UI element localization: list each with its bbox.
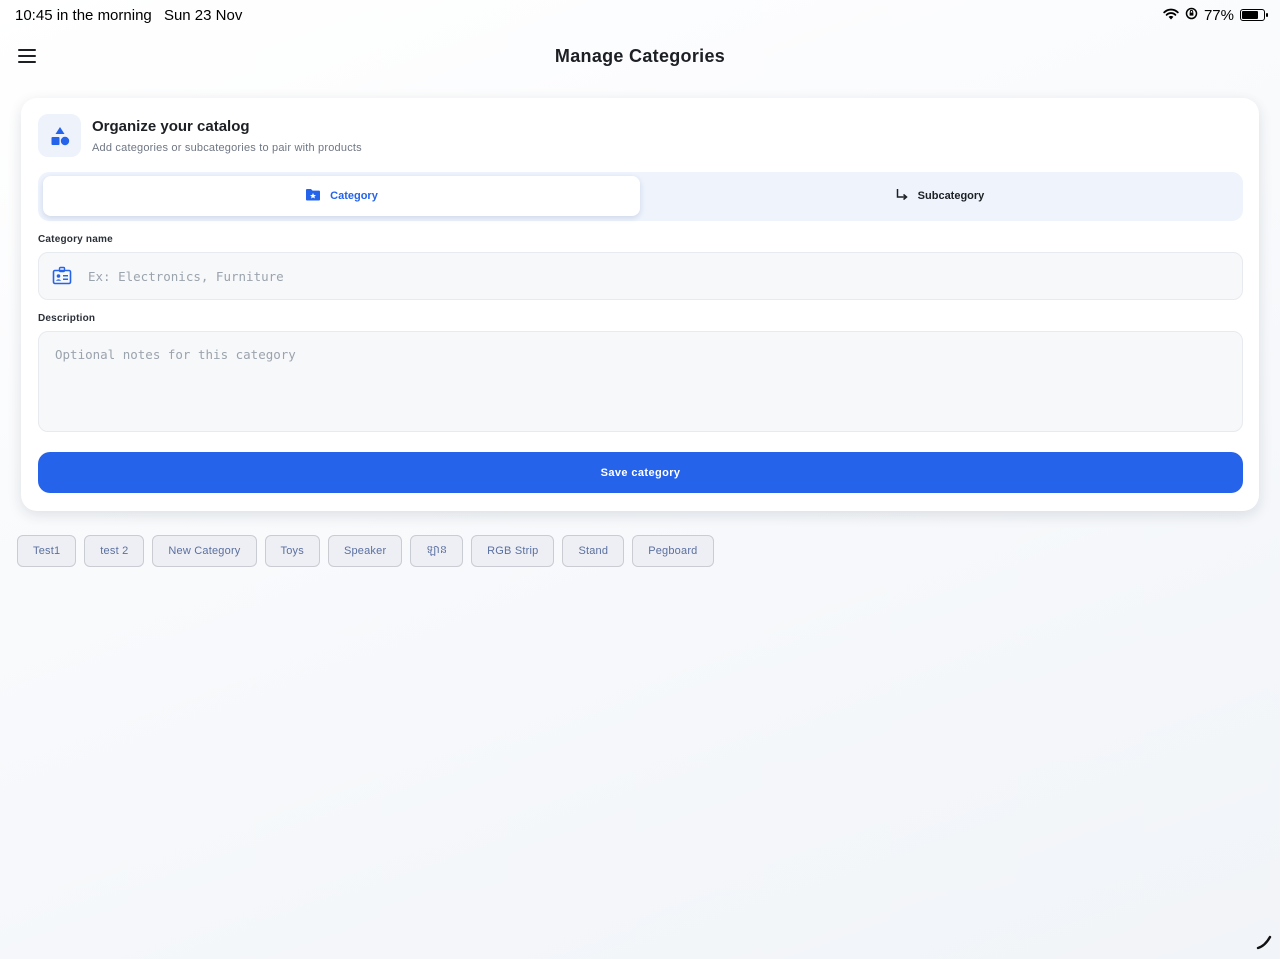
description-input[interactable] xyxy=(39,332,1242,431)
category-chip[interactable]: Speaker xyxy=(327,535,403,567)
description-field[interactable] xyxy=(38,331,1243,432)
category-form-card: Organize your catalog Add categories or … xyxy=(21,98,1259,511)
category-chip[interactable]: Test1 xyxy=(17,535,77,567)
category-name-input[interactable] xyxy=(88,268,1188,284)
menu-button[interactable] xyxy=(14,44,40,68)
description-label: Description xyxy=(38,313,96,324)
category-chip[interactable]: Stand xyxy=(562,535,625,567)
page-title: Manage Categories xyxy=(554,45,726,66)
category-chip[interactable]: New Category xyxy=(152,535,257,567)
wifi-icon xyxy=(1163,7,1179,24)
battery-percent: 77% xyxy=(1203,6,1234,24)
category-chip-list: Test1 test 2 New Category Toys Speaker ឡាន RGB… xyxy=(17,535,714,567)
tab-subcategory[interactable]: Subcategory xyxy=(641,176,1238,216)
tab-subcategory-label: Subcategory xyxy=(917,190,985,202)
tab-category-label: Category xyxy=(330,190,378,202)
folder-star-icon xyxy=(305,188,321,204)
status-bar: 10:45 in the morning Sun 23 Nov 77% xyxy=(0,0,1280,30)
shapes-icon xyxy=(38,114,81,157)
card-subtitle: Add categories or subcategories to pair … xyxy=(92,141,362,154)
category-chip[interactable]: Toys xyxy=(264,535,320,567)
card-header: Organize your catalog Add categories or … xyxy=(38,114,362,157)
orientation-lock-icon xyxy=(1185,7,1198,24)
save-category-button[interactable]: Save category xyxy=(38,452,1243,493)
battery-icon xyxy=(1240,9,1268,21)
status-left: 10:45 in the morning Sun 23 Nov xyxy=(15,7,250,24)
category-chip[interactable]: Pegboard xyxy=(632,535,714,567)
status-date: Sun 23 Nov xyxy=(163,6,243,24)
pencil-tip-icon xyxy=(1256,934,1272,955)
status-right: 77% xyxy=(1163,6,1268,24)
id-card-icon xyxy=(52,266,72,286)
card-title: Organize your catalog xyxy=(92,117,250,135)
subdirectory-arrow-icon xyxy=(895,188,909,205)
tab-category[interactable]: Category xyxy=(43,176,640,216)
nav-bar: Manage Categories xyxy=(0,30,1280,82)
hamburger-icon xyxy=(18,49,36,51)
type-segmented-control: Category Subcategory xyxy=(38,172,1243,221)
category-chip[interactable]: test 2 xyxy=(84,535,145,567)
category-name-label: Category name xyxy=(38,234,113,245)
category-name-field[interactable] xyxy=(38,252,1243,300)
category-chip[interactable]: RGB Strip xyxy=(471,535,555,567)
status-time: 10:45 in the morning xyxy=(15,6,152,24)
category-chip[interactable]: ឡាន xyxy=(410,535,464,567)
